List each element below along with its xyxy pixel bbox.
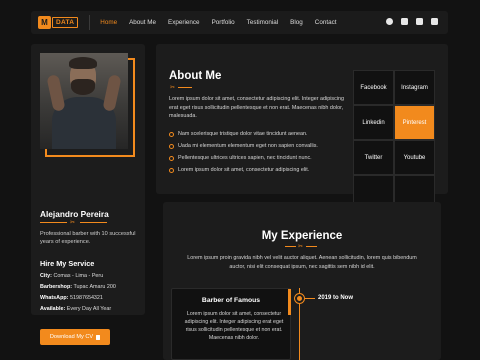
info-label: Available: — [40, 306, 66, 312]
info-available: Available: Every Day All Year — [40, 306, 111, 312]
info-value: Every Day All Year — [66, 306, 112, 312]
logo-text: DATA — [52, 17, 79, 28]
timeline-connector — [305, 298, 315, 299]
info-whatsapp: WhatsApp: 51987654321 — [40, 295, 103, 301]
profile-photo — [40, 53, 128, 149]
experience-card: Barber of Famous Lorem ipsum dolor sit a… — [171, 288, 291, 360]
divider-right — [80, 222, 107, 223]
download-cv-button[interactable]: Download My CV — [40, 329, 110, 345]
logo-mark: M — [38, 16, 51, 29]
document-icon — [96, 334, 101, 340]
info-label: Barbershop: — [40, 284, 73, 290]
experience-description: Lorem ipsum dolor sit amet, consectetur … — [184, 311, 284, 341]
experience-text: Lorem ipsum proin gravida nibh vel velit… — [187, 255, 417, 270]
profile-name: Alejandro Pereira — [40, 209, 109, 219]
list-item: Lorem ipsum dolor sit amet, consectetur … — [169, 164, 354, 176]
facebook-icon[interactable] — [386, 18, 393, 25]
experience-divider-right — [306, 246, 317, 247]
info-value: Tupac Amaru 200 — [73, 284, 116, 290]
about-text: Lorem ipsum dolor sit amet, consectetur … — [169, 96, 344, 119]
timeline-dot — [295, 294, 304, 303]
about-title: About Me — [169, 70, 222, 82]
scissors-icon: ✂ — [170, 85, 176, 91]
instagram-icon[interactable] — [431, 18, 438, 25]
chevron-circle-icon — [169, 167, 174, 173]
list-item-text: Lorem ipsum dolor sit amet, consectetur … — [178, 167, 310, 173]
linkedin-icon[interactable] — [416, 18, 423, 25]
info-value: Comas - Lima - Peru — [53, 273, 104, 279]
profile-sidebar: Alejandro Pereira ✂ Professional barber … — [31, 44, 145, 345]
info-city: City: Comas - Lima - Peru — [40, 273, 103, 279]
about-section: About Me ✂ Lorem ipsum dolor sit amet, c… — [156, 44, 448, 210]
social-cell-youtube[interactable]: Youtube — [394, 140, 435, 175]
nav-link-testimonial[interactable]: Testimonial — [247, 19, 279, 26]
chevron-circle-icon — [169, 143, 174, 149]
twitter-icon[interactable] — [401, 18, 408, 25]
nav-divider — [89, 15, 91, 30]
about-list: Nam scelerisque tristique dolor vitae ti… — [169, 128, 354, 176]
cv-button-label: Download My CV — [49, 334, 94, 340]
list-item-text: Nam scelerisque tristique dolor vitae ti… — [178, 131, 308, 137]
scissors-icon: ✂ — [298, 244, 304, 250]
experience-section: My Experience ✂ Lorem ipsum proin gravid… — [163, 202, 441, 360]
social-grid: Facebook Instagram Linkedin Pinterest Tw… — [353, 70, 435, 210]
info-barbershop: Barbershop: Tupac Amaru 200 — [40, 284, 116, 290]
scissors-icon: ✂ — [70, 220, 76, 226]
list-item: Pellentesque ultrices ultrices sapien, n… — [169, 152, 354, 164]
logo[interactable]: M DATA — [38, 16, 79, 29]
nav-link-about[interactable]: About Me — [129, 19, 156, 26]
info-value: 51987654321 — [69, 295, 103, 301]
experience-title: My Experience — [261, 230, 343, 242]
hire-title: Hire My Service — [40, 259, 95, 268]
nav-link-portfolio[interactable]: Portfolio — [212, 19, 235, 26]
nav-link-contact[interactable]: Contact — [315, 19, 337, 26]
divider-left — [40, 222, 67, 223]
list-item-text: Uada mi elementum elementum eget non sap… — [178, 143, 318, 149]
social-cell-twitter[interactable]: Twitter — [353, 140, 394, 175]
profile-photo-frame — [40, 53, 135, 157]
about-divider-right — [178, 87, 192, 88]
social-cell-pinterest[interactable]: Pinterest — [394, 105, 435, 140]
social-icons — [386, 18, 438, 25]
chevron-circle-icon — [169, 155, 174, 161]
list-item-text: Pellentesque ultrices ultrices sapien, n… — [178, 155, 312, 161]
social-cell-linkedin[interactable]: Linkedin — [353, 105, 394, 140]
list-item: Nam scelerisque tristique dolor vitae ti… — [169, 128, 354, 140]
experience-divider-left — [285, 246, 296, 247]
social-cell-instagram[interactable]: Instagram — [394, 70, 435, 105]
info-label: City: — [40, 273, 52, 279]
nav-link-home[interactable]: Home — [100, 19, 117, 26]
nav-link-experience[interactable]: Experience — [168, 19, 200, 26]
experience-date: 2019 to Now — [318, 295, 354, 301]
experience-role: Barber of Famous — [201, 297, 261, 304]
list-item: Uada mi elementum elementum eget non sap… — [169, 140, 354, 152]
top-navbar: M DATA Home About Me Experience Portfoli… — [31, 11, 448, 34]
nav-link-blog[interactable]: Blog — [290, 19, 303, 26]
chevron-circle-icon — [169, 131, 174, 137]
profile-description: Professional barber with 10 successful y… — [40, 231, 136, 245]
social-cell-facebook[interactable]: Facebook — [353, 70, 394, 105]
nav-links: Home About Me Experience Portfolio Testi… — [100, 19, 348, 26]
info-label: WhatsApp: — [40, 295, 69, 301]
